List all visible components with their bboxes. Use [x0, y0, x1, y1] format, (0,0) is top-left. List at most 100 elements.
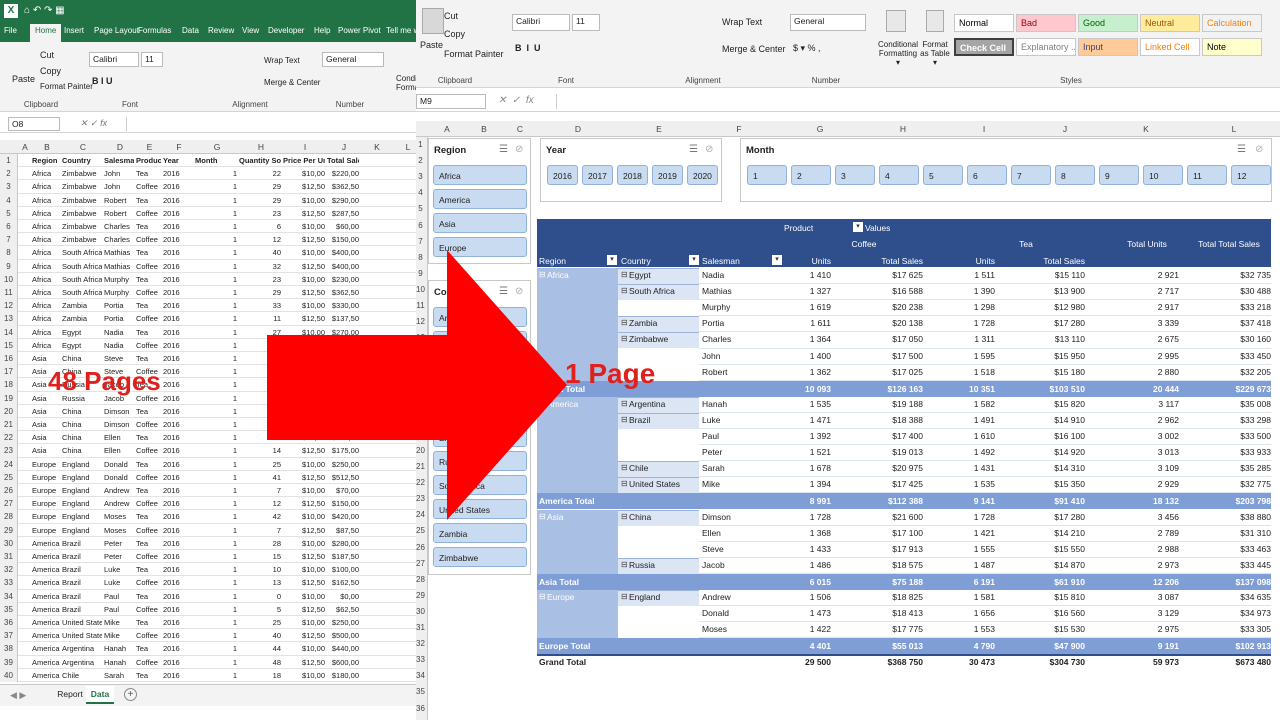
row-header[interactable]: 12 — [0, 301, 17, 310]
grid-cell[interactable]: Paul — [104, 592, 134, 601]
grid-cell[interactable]: South Africa — [62, 288, 102, 297]
grid-cell[interactable]: Africa — [32, 288, 60, 297]
column-header-D[interactable]: D — [104, 142, 136, 152]
grid-cell[interactable]: China — [62, 433, 102, 442]
column-header-K[interactable]: K — [361, 142, 393, 152]
grid-cell[interactable]: 29 — [239, 196, 281, 205]
grid-cell[interactable]: Salesman — [104, 156, 134, 165]
row-header[interactable]: 28 — [416, 575, 427, 584]
column-header-J[interactable]: J — [1025, 124, 1105, 134]
grid-cell[interactable]: 2016 — [163, 618, 193, 627]
ribbon-tab-data[interactable]: Data — [182, 26, 199, 35]
conditional-formatting-button[interactable]: Conditional Formatting ▾ — [877, 40, 919, 67]
grid-cell[interactable]: Portia — [104, 301, 134, 310]
grid-cell[interactable]: 22 — [239, 169, 281, 178]
slicer-item-2019[interactable]: 2019 — [652, 165, 683, 185]
grid-cell[interactable]: 2016 — [163, 407, 193, 416]
row-header[interactable]: 40 — [0, 671, 17, 680]
grid-cell[interactable]: England — [62, 486, 102, 495]
grid-cell[interactable]: Tea — [136, 460, 161, 469]
grid-cell[interactable]: 44 — [239, 644, 281, 653]
grid-cell[interactable]: 1 — [195, 248, 237, 257]
left-conditional-format-button[interactable]: Condi Format — [396, 74, 416, 92]
column-header-L[interactable]: L — [1188, 124, 1280, 134]
grid-cell[interactable]: 40 — [239, 631, 281, 640]
row-header[interactable]: 5 — [0, 209, 17, 218]
grid-cell[interactable]: $362,50 — [327, 182, 359, 191]
right-number-format-buttons[interactable]: $ ▾ % , — [793, 43, 821, 54]
cell-style-check-cell[interactable]: Check Cell — [954, 38, 1014, 56]
row-header[interactable]: 26 — [416, 543, 427, 552]
grid-cell[interactable]: Africa — [32, 262, 60, 271]
grid-cell[interactable]: China — [62, 407, 102, 416]
grid-cell[interactable]: $280,00 — [327, 539, 359, 548]
grid-cell[interactable]: $62,50 — [327, 605, 359, 614]
grid-cell[interactable]: South Africa — [62, 248, 102, 257]
grid-cell[interactable]: 2016 — [163, 473, 193, 482]
row-header[interactable]: 1 — [0, 156, 17, 165]
slicer-item-11[interactable]: 11 — [1187, 165, 1227, 185]
grid-cell[interactable]: Donald — [104, 460, 134, 469]
row-header[interactable]: 33 — [0, 578, 17, 587]
right-wrap-text-button[interactable]: Wrap Text — [722, 17, 762, 27]
row-header[interactable]: 4 — [416, 188, 427, 197]
column-header-J[interactable]: J — [327, 142, 361, 152]
pivot-country-collapse-icon[interactable]: ⊟ — [621, 415, 628, 424]
grid-cell[interactable]: Tea — [136, 512, 161, 521]
row-header[interactable]: 28 — [0, 512, 17, 521]
grid-cell[interactable]: Product — [136, 156, 161, 165]
grid-cell[interactable]: $12,50 — [283, 526, 325, 535]
column-header-L[interactable]: L — [393, 142, 416, 152]
grid-cell[interactable]: 2016 — [163, 380, 193, 389]
grid-cell[interactable]: 1 — [195, 512, 237, 521]
grid-cell[interactable]: 15 — [239, 552, 281, 561]
grid-cell[interactable]: Hanah — [104, 658, 134, 667]
right-font-style-buttons[interactable]: B I U — [515, 43, 541, 53]
grid-cell[interactable]: Africa — [32, 328, 60, 337]
column-header-D[interactable]: D — [538, 124, 618, 134]
left-bold-button[interactable]: B I U — [92, 76, 113, 86]
grid-cell[interactable]: Asia — [32, 433, 60, 442]
right-formula-input[interactable] — [556, 94, 1276, 109]
grid-cell[interactable]: Month — [195, 156, 237, 165]
grid-cell[interactable]: Quantity Sold — [239, 156, 281, 165]
grid-cell[interactable]: Coffee — [136, 314, 161, 323]
grid-cell[interactable]: 1 — [195, 499, 237, 508]
grid-cell[interactable]: $10,00 — [283, 644, 325, 653]
row-header[interactable]: 7 — [0, 235, 17, 244]
grid-cell[interactable]: America — [32, 565, 60, 574]
ribbon-tab-review[interactable]: Review — [208, 26, 234, 35]
ribbon-tab-tell-me-what-y[interactable]: Tell me what y — [386, 26, 416, 35]
cell-style-explanatory-[interactable]: Explanatory ... — [1016, 38, 1076, 56]
grid-cell[interactable]: United States — [62, 631, 102, 640]
grid-cell[interactable]: Africa — [32, 182, 60, 191]
row-header[interactable]: 2 — [0, 169, 17, 178]
grid-cell[interactable]: 2016 — [163, 578, 193, 587]
row-header[interactable]: 9 — [0, 262, 17, 271]
grid-cell[interactable]: 2016 — [163, 394, 193, 403]
grid-cell[interactable]: $10,00 — [283, 539, 325, 548]
grid-cell[interactable]: Brazil — [62, 539, 102, 548]
grid-cell[interactable]: 1 — [195, 565, 237, 574]
grid-cell[interactable]: 2016 — [163, 275, 193, 284]
grid-cell[interactable]: 25 — [239, 618, 281, 627]
grid-cell[interactable]: Coffee — [136, 631, 161, 640]
grid-cell[interactable]: Asia — [32, 420, 60, 429]
grid-cell[interactable]: $10,00 — [283, 169, 325, 178]
grid-cell[interactable]: Brazil — [62, 578, 102, 587]
grid-cell[interactable]: 2016 — [163, 182, 193, 191]
conditional-formatting-icon[interactable] — [886, 10, 906, 32]
grid-cell[interactable]: England — [62, 460, 102, 469]
grid-cell[interactable]: $10,00 — [283, 592, 325, 601]
slicer-item-12[interactable]: 12 — [1231, 165, 1271, 185]
grid-cell[interactable]: $12,50 — [283, 209, 325, 218]
grid-cell[interactable]: America — [32, 644, 60, 653]
grid-cell[interactable]: 1 — [195, 301, 237, 310]
grid-cell[interactable]: Africa — [32, 301, 60, 310]
row-header[interactable]: 10 — [0, 275, 17, 284]
cell-style-input[interactable]: Input — [1078, 38, 1138, 56]
grid-cell[interactable]: Coffee — [136, 288, 161, 297]
row-header[interactable]: 34 — [416, 671, 427, 680]
grid-cell[interactable]: 1 — [195, 552, 237, 561]
grid-cell[interactable]: 1 — [195, 288, 237, 297]
